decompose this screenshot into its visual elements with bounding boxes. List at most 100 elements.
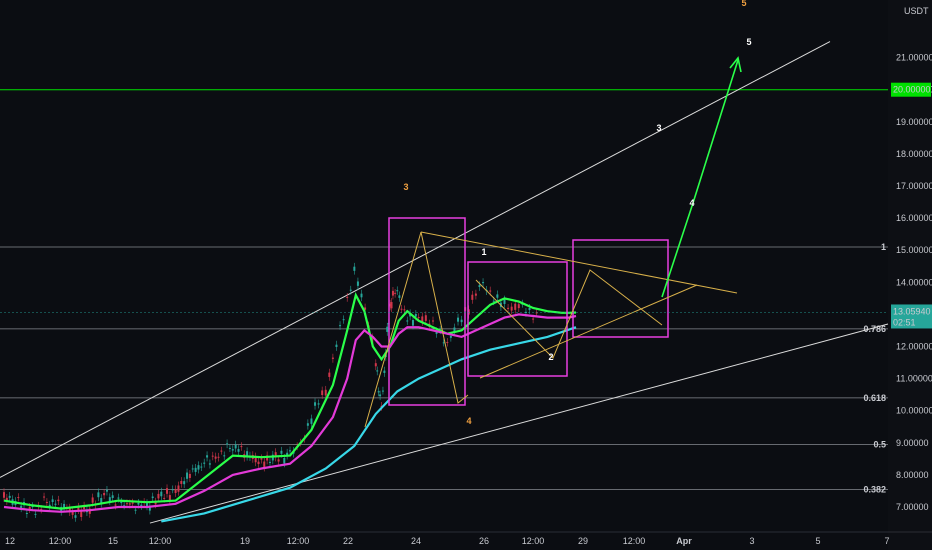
candle-body <box>231 449 234 451</box>
candle-body <box>103 492 106 496</box>
candle-body <box>257 461 260 465</box>
candle-body <box>310 418 313 424</box>
y-tick-label: 21.00000 <box>896 53 932 63</box>
candle-body <box>503 299 506 304</box>
candle-body <box>114 504 117 506</box>
candle-body <box>478 285 481 287</box>
y-tick-label: 15.00000 <box>896 245 932 255</box>
candle-body <box>496 294 499 298</box>
candle-body <box>339 325 342 327</box>
trading-chart[interactable]: 7.00000 8.00000 9.00000 10.00000 11.00000 12.… <box>0 0 932 550</box>
currency-label: USDT <box>904 6 929 16</box>
candle-body <box>507 307 510 309</box>
y-tick-label: 8.00000 <box>896 470 929 480</box>
wave-label: 5 <box>741 0 746 8</box>
candle-body <box>314 402 317 406</box>
candle-body <box>532 318 535 320</box>
fib-level-label: 0.618 <box>863 393 886 403</box>
current-price-value: 13.05940 <box>893 306 931 316</box>
candle-body <box>200 466 203 468</box>
candle-body <box>346 296 349 298</box>
x-tick-label: 12:00 <box>623 536 646 546</box>
candle-body <box>228 447 231 449</box>
candle-body <box>277 459 280 462</box>
candle-body <box>482 282 485 284</box>
fib-level-label: 0.5 <box>873 439 886 449</box>
candle-body <box>260 458 263 460</box>
candle-body <box>8 495 11 498</box>
x-tick-label: 3 <box>749 536 754 546</box>
candle-body <box>183 481 186 485</box>
candle-body <box>25 513 28 515</box>
candle-body <box>186 472 189 479</box>
wave-label: 3 <box>403 182 408 192</box>
candle-body <box>226 443 229 445</box>
candle-body <box>45 501 48 503</box>
candle-body <box>381 390 384 392</box>
candle-body <box>74 515 77 518</box>
candle-body <box>128 503 131 505</box>
candle-body <box>335 344 338 347</box>
candle-body <box>151 496 154 499</box>
candle-body <box>220 450 223 452</box>
wave-label: 4 <box>466 416 471 426</box>
candle-body <box>140 504 143 507</box>
candle-body <box>163 497 166 499</box>
wave-label: 2 <box>548 352 553 362</box>
x-tick-label: 26 <box>479 536 489 546</box>
candle-body <box>268 461 271 463</box>
chart-canvas[interactable]: 7.00000 8.00000 9.00000 10.00000 11.00000 12.… <box>0 0 932 550</box>
x-tick-label: 19 <box>240 536 250 546</box>
candle-countdown: 02:51 <box>893 317 916 327</box>
candle-body <box>400 308 403 310</box>
y-tick-label: 9.00000 <box>896 438 929 448</box>
x-tick-label: Apr <box>676 536 692 546</box>
candle-body <box>489 290 492 292</box>
candle-body <box>457 317 460 322</box>
candle-body <box>168 495 171 501</box>
candle-body <box>188 473 191 478</box>
candle-body <box>377 391 380 393</box>
candle-body <box>406 320 409 322</box>
candle-body <box>289 450 291 452</box>
candle-body <box>54 503 57 505</box>
candle-body <box>160 491 163 497</box>
candle-body <box>349 289 352 291</box>
candle-body <box>240 446 243 448</box>
wave-label: 5 <box>746 37 751 47</box>
candle-body <box>398 295 401 298</box>
candle-body <box>3 492 5 498</box>
candle-body <box>97 492 100 498</box>
target-price-value: 20.00000 <box>893 85 931 95</box>
candle-body <box>321 390 324 396</box>
candle-body <box>34 513 37 515</box>
x-tick-label: 12 <box>5 536 15 546</box>
x-tick-label: 29 <box>578 536 588 546</box>
candle-body <box>194 467 197 472</box>
candle-body <box>417 317 420 319</box>
candle-body <box>17 497 20 499</box>
candle-body <box>208 463 211 465</box>
x-tick-label: 12:00 <box>522 536 545 546</box>
candle-body <box>171 489 174 491</box>
x-tick-label: 24 <box>411 536 421 546</box>
candle-body <box>203 462 206 464</box>
candle-body <box>374 363 377 367</box>
candle-body <box>237 449 240 452</box>
candle-body <box>403 309 406 311</box>
candle-body <box>383 370 386 373</box>
candle-body <box>379 394 382 397</box>
x-tick-label: 5 <box>815 536 820 546</box>
candle-body <box>376 370 379 372</box>
x-tick-label: 22 <box>343 536 353 546</box>
y-tick-label: 12.00000 <box>896 342 932 352</box>
y-tick-label: 18.00000 <box>896 149 932 159</box>
candle-body <box>446 341 449 343</box>
candle-body <box>432 320 434 322</box>
candle-body <box>280 450 283 454</box>
candle-body <box>120 501 123 504</box>
y-tick-label: 16.00000 <box>896 213 932 223</box>
x-tick-label: 15 <box>108 536 118 546</box>
y-tick-label: 11.00000 <box>896 374 932 384</box>
candle-body <box>474 293 477 296</box>
